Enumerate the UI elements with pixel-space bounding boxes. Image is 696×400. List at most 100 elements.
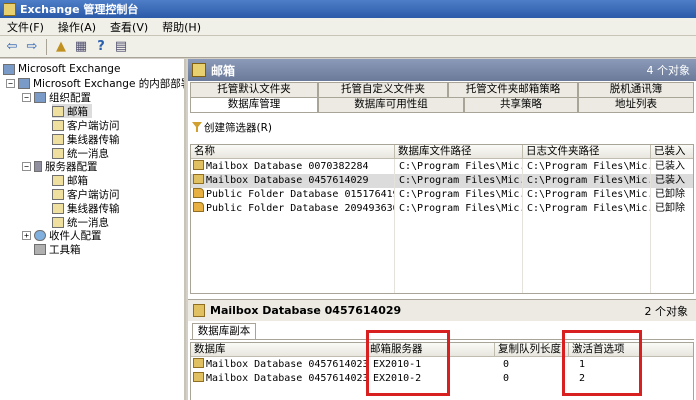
tree-node-org-hub-transport[interactable]: 集线器传输 bbox=[52, 132, 120, 146]
column-header-copy-queue-length[interactable]: 复制队列长度 bbox=[495, 343, 569, 357]
mount-status: 已装入 bbox=[655, 161, 685, 172]
db-path: C:\Program Files\Mic... bbox=[399, 161, 523, 172]
tree-node-org-client-access[interactable]: 客户端访问 bbox=[52, 118, 120, 132]
log-path: C:\Program Files\Mic... bbox=[527, 203, 651, 214]
show-hide-action-pane-icon[interactable]: ▤ bbox=[113, 39, 129, 55]
table-row[interactable]: Mailbox Database 0457614023 EX2010-2 0 2 bbox=[191, 372, 693, 386]
tab-sharing-policies[interactable]: 共享策略 bbox=[464, 97, 578, 112]
database-copies-table: 数据库 邮箱服务器 复制队列长度 激活首选项 Mailbox Database … bbox=[190, 342, 694, 400]
mailbox-database-icon bbox=[193, 174, 204, 184]
collapse-icon[interactable]: − bbox=[6, 78, 15, 88]
tree-node-microsoft-exchange[interactable]: Microsoft Exchange bbox=[3, 62, 120, 76]
db-path: C:\Program Files\Mic... bbox=[399, 203, 523, 214]
database-copy-icon bbox=[193, 358, 204, 368]
menu-action[interactable]: 操作(A) bbox=[51, 19, 103, 35]
tab-row-bottom: 数据库管理 数据库可用性组 共享策略 地址列表 bbox=[190, 97, 694, 112]
mailbox-icon bbox=[52, 174, 64, 186]
column-divider bbox=[650, 159, 651, 293]
tab-managed-folder-mailbox-policies[interactable]: 托管文件夹邮箱策略 bbox=[448, 82, 578, 97]
create-filter-button[interactable]: 创建筛选器(R) bbox=[192, 119, 272, 135]
unified-messaging-icon bbox=[52, 147, 64, 159]
server-icon bbox=[34, 160, 42, 172]
tab-database-copies[interactable]: 数据库副本 bbox=[192, 323, 256, 339]
tree-node-org-config[interactable]: − 组织配置 bbox=[22, 90, 91, 104]
back-arrow-icon[interactable]: ⇦ bbox=[4, 39, 20, 55]
unified-messaging-icon bbox=[52, 216, 64, 228]
collapse-icon[interactable]: − bbox=[22, 161, 31, 171]
help-icon[interactable]: ? bbox=[93, 39, 109, 55]
column-header-log-path[interactable]: 日志文件夹路径 bbox=[523, 145, 651, 159]
tab-address-lists[interactable]: 地址列表 bbox=[578, 97, 694, 112]
window-title: Exchange 管理控制台 bbox=[20, 3, 139, 16]
column-divider bbox=[522, 159, 523, 293]
copy-db-name: Mailbox Database 0457614023 bbox=[206, 373, 367, 384]
recipient-icon bbox=[34, 229, 46, 241]
activation-preference: 2 bbox=[579, 373, 586, 384]
database-table-header: 名称 数据库文件路径 日志文件夹路径 已装入 bbox=[191, 145, 693, 159]
toolbar: ⇦ ⇨ ▲ ▦ ? ▤ bbox=[0, 36, 696, 58]
show-hide-tree-icon[interactable]: ▦ bbox=[73, 39, 89, 55]
tab-divider bbox=[190, 339, 694, 340]
tree-node-server-config[interactable]: − 服务器配置 bbox=[22, 159, 98, 173]
tab-row-top: 托管默认文件夹 托管自定义文件夹 托管文件夹邮箱策略 脱机通讯簿 bbox=[190, 82, 694, 97]
pane-title: 邮箱 bbox=[211, 63, 236, 78]
column-header-activation-preference[interactable]: 激活首选项 bbox=[569, 343, 693, 357]
client-access-icon bbox=[52, 188, 64, 200]
mailbox-database-icon bbox=[193, 304, 205, 317]
copy-server: EX2010-2 bbox=[373, 373, 422, 384]
tree-node-toolbox[interactable]: 工具箱 bbox=[34, 242, 81, 256]
mount-status: 已卸除 bbox=[655, 203, 685, 214]
tree-node-server-hub-transport[interactable]: 集线器传输 bbox=[52, 201, 120, 215]
log-path: C:\Program Files\Mic... bbox=[527, 189, 651, 200]
expand-icon[interactable]: + bbox=[22, 230, 31, 240]
hub-transport-icon bbox=[52, 133, 64, 145]
navigation-tree: Microsoft Exchange − Microsoft Exchange … bbox=[0, 59, 186, 400]
toolbox-icon bbox=[34, 243, 46, 255]
tab-database-availability-groups[interactable]: 数据库可用性组 bbox=[318, 97, 464, 112]
collapse-icon[interactable]: − bbox=[22, 92, 31, 102]
db-name: Public Folder Database 2094936301 bbox=[206, 203, 395, 214]
table-row[interactable]: Mailbox Database 0457614023 EX2010-1 0 1 bbox=[191, 358, 693, 372]
tab-managed-default-folders[interactable]: 托管默认文件夹 bbox=[190, 82, 318, 97]
tab-database-management[interactable]: 数据库管理 bbox=[190, 97, 318, 112]
column-header-db-path[interactable]: 数据库文件路径 bbox=[395, 145, 523, 159]
mount-status: 已卸除 bbox=[655, 189, 685, 200]
tree-node-recipient-config[interactable]: + 收件人配置 bbox=[22, 228, 102, 242]
title-bar: Exchange 管理控制台 bbox=[0, 0, 696, 18]
toolbar-separator bbox=[46, 38, 47, 55]
column-header-name[interactable]: 名称 bbox=[191, 145, 395, 159]
public-folder-database-icon bbox=[193, 202, 204, 212]
filter-icon bbox=[192, 122, 202, 132]
database-table: 名称 数据库文件路径 日志文件夹路径 已装入 Mailbox Database … bbox=[190, 144, 694, 294]
column-divider bbox=[394, 159, 395, 293]
column-header-database[interactable]: 数据库 bbox=[191, 343, 367, 357]
copies-table-header: 数据库 邮箱服务器 复制队列长度 激活首选项 bbox=[191, 343, 693, 357]
results-pane-header: 邮箱 4 个对象 bbox=[188, 59, 696, 81]
menu-help[interactable]: 帮助(H) bbox=[155, 19, 208, 35]
forward-arrow-icon[interactable]: ⇨ bbox=[24, 39, 40, 55]
tree-node-server-client-access[interactable]: 客户端访问 bbox=[52, 187, 120, 201]
column-header-status[interactable]: 已装入 bbox=[651, 145, 693, 159]
exchange-app-icon bbox=[3, 2, 16, 16]
copy-queue-length: 0 bbox=[503, 373, 510, 384]
menu-file[interactable]: 文件(F) bbox=[0, 19, 51, 35]
db-path: C:\Program Files\Mic... bbox=[399, 189, 523, 200]
tree-node-onprem[interactable]: − Microsoft Exchange 的内部部署 bbox=[6, 76, 184, 90]
tab-divider bbox=[190, 112, 694, 113]
tab-managed-custom-folders[interactable]: 托管自定义文件夹 bbox=[318, 82, 448, 97]
public-folder-database-icon bbox=[193, 188, 204, 198]
menu-view[interactable]: 查看(V) bbox=[103, 19, 155, 35]
tree-node-org-mailbox[interactable]: 邮箱 bbox=[52, 104, 92, 118]
tab-offline-address-book[interactable]: 脱机通讯簿 bbox=[578, 82, 694, 97]
column-header-mailbox-server[interactable]: 邮箱服务器 bbox=[367, 343, 495, 357]
tree-node-server-mailbox[interactable]: 邮箱 bbox=[52, 173, 88, 187]
table-row[interactable]: Public Folder Database 0151764195 C:\Pro… bbox=[191, 188, 693, 202]
organization-icon bbox=[34, 91, 46, 103]
log-path: C:\Program Files\Mic... bbox=[527, 175, 651, 186]
details-object-count: 2 个对象 bbox=[644, 304, 689, 318]
table-row[interactable]: Mailbox Database 0457614029 C:\Program F… bbox=[191, 174, 693, 188]
up-folder-icon[interactable]: ▲ bbox=[53, 39, 69, 55]
results-pane: 邮箱 4 个对象 托管默认文件夹 托管自定义文件夹 托管文件夹邮箱策略 脱机通讯… bbox=[188, 59, 696, 400]
table-row[interactable]: Public Folder Database 2094936301 C:\Pro… bbox=[191, 202, 693, 216]
table-row[interactable]: Mailbox Database 0070382284 C:\Program F… bbox=[191, 160, 693, 174]
